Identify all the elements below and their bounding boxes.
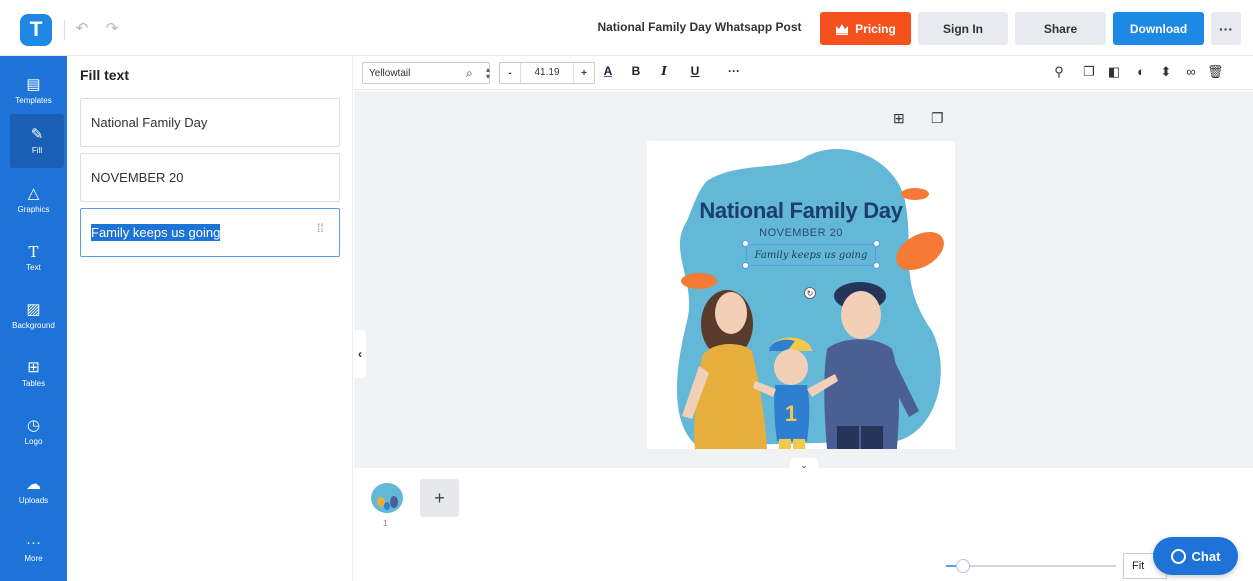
cloud-upload-icon: ☁ xyxy=(26,476,41,493)
pricing-button[interactable]: Pricing xyxy=(820,12,911,45)
panel-title: Fill text xyxy=(80,67,130,83)
chat-button[interactable]: Chat xyxy=(1153,537,1238,575)
rail-item-label: Text xyxy=(26,263,41,272)
add-page-button[interactable]: + xyxy=(420,479,459,517)
resize-handle[interactable] xyxy=(742,240,749,247)
increase-size-button[interactable]: + xyxy=(574,68,594,79)
font-size-value[interactable]: 41.19 xyxy=(520,63,574,83)
drag-handle-icon[interactable]: ⁞⁞ xyxy=(317,222,325,234)
more-options-button[interactable]: ··· xyxy=(1211,12,1241,45)
text-field-title[interactable]: National Family Day xyxy=(80,98,340,147)
rail-item-label: Background xyxy=(12,321,55,330)
page-number: 1 xyxy=(383,519,388,528)
pages-strip xyxy=(354,468,1253,581)
italic-button[interactable]: I xyxy=(656,64,672,78)
resize-handle[interactable] xyxy=(873,262,880,269)
text-toolbar: Yellowtail ⌕ ▴ ▾ - 41.19 + A B I U ··· ⚲ … xyxy=(354,56,1253,90)
font-family-value: Yellowtail xyxy=(369,67,411,79)
text-field-value: National Family Day xyxy=(91,115,208,130)
text-color-button[interactable]: A xyxy=(600,64,616,78)
rail-item-graphics[interactable]: △ Graphics xyxy=(0,173,67,227)
text-icon: T xyxy=(28,243,39,261)
download-button[interactable]: Download xyxy=(1113,12,1204,45)
copy-page-icon[interactable]: ❐ xyxy=(931,110,944,127)
family-illustration: 1 xyxy=(677,148,944,449)
collapse-panel-icon[interactable]: ‹ xyxy=(354,330,366,378)
top-bar: T ↶ ↷ National Family Day Whatsapp Post … xyxy=(0,0,1253,56)
rail-item-background[interactable]: ▨ Background xyxy=(0,289,67,343)
delete-icon[interactable]: 🗑 xyxy=(1207,64,1224,80)
more-text-options-button[interactable]: ··· xyxy=(726,64,742,78)
design-tagline-text[interactable]: Family keeps us going xyxy=(746,244,876,266)
rail-item-templates[interactable]: ▤ Templates xyxy=(0,64,67,118)
design-canvas[interactable]: 1 National Family Day NOVEMBER 20 Family… xyxy=(647,141,955,449)
document-title[interactable]: National Family Day Whatsapp Post xyxy=(592,20,807,34)
duplicate-icon[interactable]: ❐ xyxy=(1081,64,1097,80)
rail-item-label: Uploads xyxy=(18,496,49,505)
design-date-text[interactable]: NOVEMBER 20 xyxy=(647,227,955,239)
templates-icon: ▤ xyxy=(26,76,41,93)
resize-handle[interactable] xyxy=(742,262,749,269)
left-rail: ▤ Templates ✎ Fill △ Graphics T Text ▨ B… xyxy=(0,56,67,581)
background-icon: ▨ xyxy=(26,301,41,318)
text-field-date[interactable]: NOVEMBER 20 xyxy=(80,153,340,202)
underline-button[interactable]: U xyxy=(687,64,703,78)
layer-order-icon[interactable]: ◧ xyxy=(1106,64,1122,80)
more-icon: ··· xyxy=(26,534,41,551)
resize-handle[interactable] xyxy=(873,240,880,247)
rail-item-uploads[interactable]: ☁ Uploads xyxy=(0,464,67,518)
text-field-value: NOVEMBER 20 xyxy=(91,170,184,185)
rail-item-label: Logo xyxy=(24,437,43,446)
undo-icon[interactable]: ↶ xyxy=(72,18,92,38)
divider xyxy=(64,20,65,40)
design-title-text[interactable]: National Family Day xyxy=(647,198,955,224)
font-family-select[interactable]: Yellowtail ⌕ ▴ ▾ xyxy=(362,62,490,84)
fill-text-panel: Fill text National Family Day NOVEMBER 2… xyxy=(67,56,353,581)
decrease-size-button[interactable]: - xyxy=(500,68,520,79)
selected-text: Family keeps us going xyxy=(91,224,221,241)
page-thumbnail[interactable] xyxy=(368,480,406,518)
rail-item-label: Fill xyxy=(31,146,43,155)
text-field-tagline[interactable]: Family keeps us going ⁞⁞ xyxy=(80,208,340,257)
share-button[interactable]: Share xyxy=(1015,12,1106,45)
rail-item-tables[interactable]: ⊞ Tables xyxy=(0,347,67,401)
add-page-icon[interactable]: ⊞ xyxy=(893,110,905,127)
chat-icon xyxy=(1170,548,1186,564)
pricing-label: Pricing xyxy=(855,21,896,36)
rail-item-label: Graphics xyxy=(17,205,50,214)
sign-in-button[interactable]: Sign In xyxy=(918,12,1008,45)
opacity-icon[interactable]: ◐ xyxy=(1133,64,1149,79)
svg-text:1: 1 xyxy=(785,401,797,426)
chat-label: Chat xyxy=(1191,548,1221,564)
font-size-stepper[interactable]: - 41.19 + xyxy=(499,62,595,84)
logo-icon: ◷ xyxy=(26,417,41,434)
rail-item-text[interactable]: T Text xyxy=(0,231,67,285)
rail-item-more[interactable]: ··· More xyxy=(0,522,67,576)
search-icon[interactable]: ⌕ xyxy=(466,66,473,81)
link-icon[interactable]: ∞ xyxy=(1183,64,1199,79)
zoom-slider-handle[interactable] xyxy=(956,559,970,573)
rail-item-label: More xyxy=(24,554,43,563)
font-stepper-icon[interactable]: ▴ ▾ xyxy=(484,66,492,81)
rail-item-logo[interactable]: ◷ Logo xyxy=(0,405,67,459)
align-icon[interactable]: ⬍ xyxy=(1158,64,1174,80)
pencil-icon: ✎ xyxy=(30,126,44,143)
bold-button[interactable]: B xyxy=(628,64,644,78)
rail-item-label: Tables xyxy=(21,379,46,388)
table-icon: ⊞ xyxy=(27,359,40,376)
crown-icon xyxy=(836,23,849,35)
zoom-slider[interactable] xyxy=(946,565,1116,567)
format-painter-icon[interactable]: ⚲ xyxy=(1051,64,1067,80)
rail-item-label: Templates xyxy=(15,96,52,105)
shapes-icon: △ xyxy=(27,185,40,202)
rotate-handle-icon[interactable]: ↻ xyxy=(804,287,816,299)
rail-item-fill[interactable]: ✎ Fill xyxy=(10,114,64,168)
app-logo[interactable]: T xyxy=(20,14,52,46)
redo-icon[interactable]: ↷ xyxy=(102,18,122,38)
